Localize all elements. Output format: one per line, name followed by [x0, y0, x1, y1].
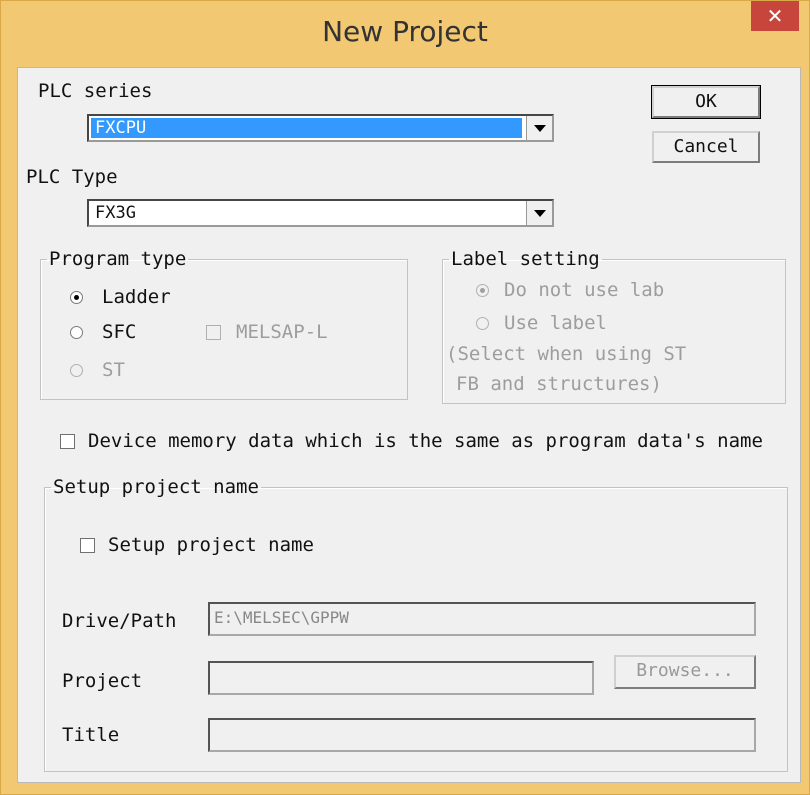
title-field[interactable]	[208, 718, 756, 752]
plc-type-select[interactable]: FX3G	[87, 199, 554, 227]
dialog-body: PLC series FXCPU PLC Type FX3G OK Cancel…	[17, 67, 801, 783]
plc-type-label: PLC Type	[26, 166, 118, 188]
chevron-down-icon[interactable]	[526, 116, 552, 140]
ladder-label: Ladder	[102, 286, 171, 308]
plc-series-value: FXCPU	[91, 118, 522, 138]
ok-button[interactable]: OK	[651, 85, 761, 119]
melsap-l-checkbox[interactable]	[206, 325, 221, 340]
plc-series-select[interactable]: FXCPU	[87, 114, 554, 142]
label-setting-legend: Label setting	[451, 248, 600, 270]
program-type-legend: Program type	[49, 248, 187, 270]
setup-project-checkbox[interactable]	[80, 538, 95, 553]
st-radio[interactable]	[70, 364, 83, 377]
do-not-use-label-text: Do not use lab	[504, 279, 665, 301]
melsap-l-label: MELSAP-L	[236, 321, 328, 343]
chevron-down-icon[interactable]	[526, 201, 552, 225]
window-title: New Project	[322, 15, 488, 48]
plc-series-label: PLC series	[38, 80, 153, 102]
label-note-line2: FB and structures)	[456, 373, 662, 395]
title-bar[interactable]: New Project ✕	[1, 1, 809, 67]
device-memory-label: Device memory data which is the same as …	[88, 430, 763, 452]
drive-path-field[interactable]: E:\MELSEC\GPPW	[208, 602, 756, 636]
ladder-radio[interactable]	[70, 291, 83, 304]
use-label-radio[interactable]	[476, 317, 489, 330]
setup-project-checkbox-label: Setup project name	[108, 534, 314, 556]
device-memory-checkbox[interactable]	[60, 434, 75, 449]
program-type-group: Program type	[40, 248, 408, 400]
drive-path-value: E:\MELSEC\GPPW	[214, 608, 349, 627]
sfc-label: SFC	[102, 321, 137, 343]
use-label-text: Use label	[504, 312, 607, 334]
sfc-radio[interactable]	[70, 326, 83, 339]
drive-path-label: Drive/Path	[62, 610, 177, 632]
plc-type-value: FX3G	[95, 203, 136, 223]
do-not-use-label-radio[interactable]	[476, 284, 489, 297]
title-label: Title	[62, 724, 120, 746]
setup-project-legend: Setup project name	[53, 476, 259, 498]
browse-button[interactable]: Browse...	[614, 655, 756, 689]
label-note-line1: (Select when using ST	[446, 343, 687, 365]
new-project-dialog: New Project ✕ PLC series FXCPU PLC Type …	[0, 0, 810, 795]
project-label: Project	[62, 670, 143, 692]
cancel-button[interactable]: Cancel	[652, 131, 760, 163]
project-field[interactable]	[208, 661, 594, 695]
close-icon[interactable]: ✕	[751, 1, 799, 31]
st-label: ST	[102, 359, 125, 381]
